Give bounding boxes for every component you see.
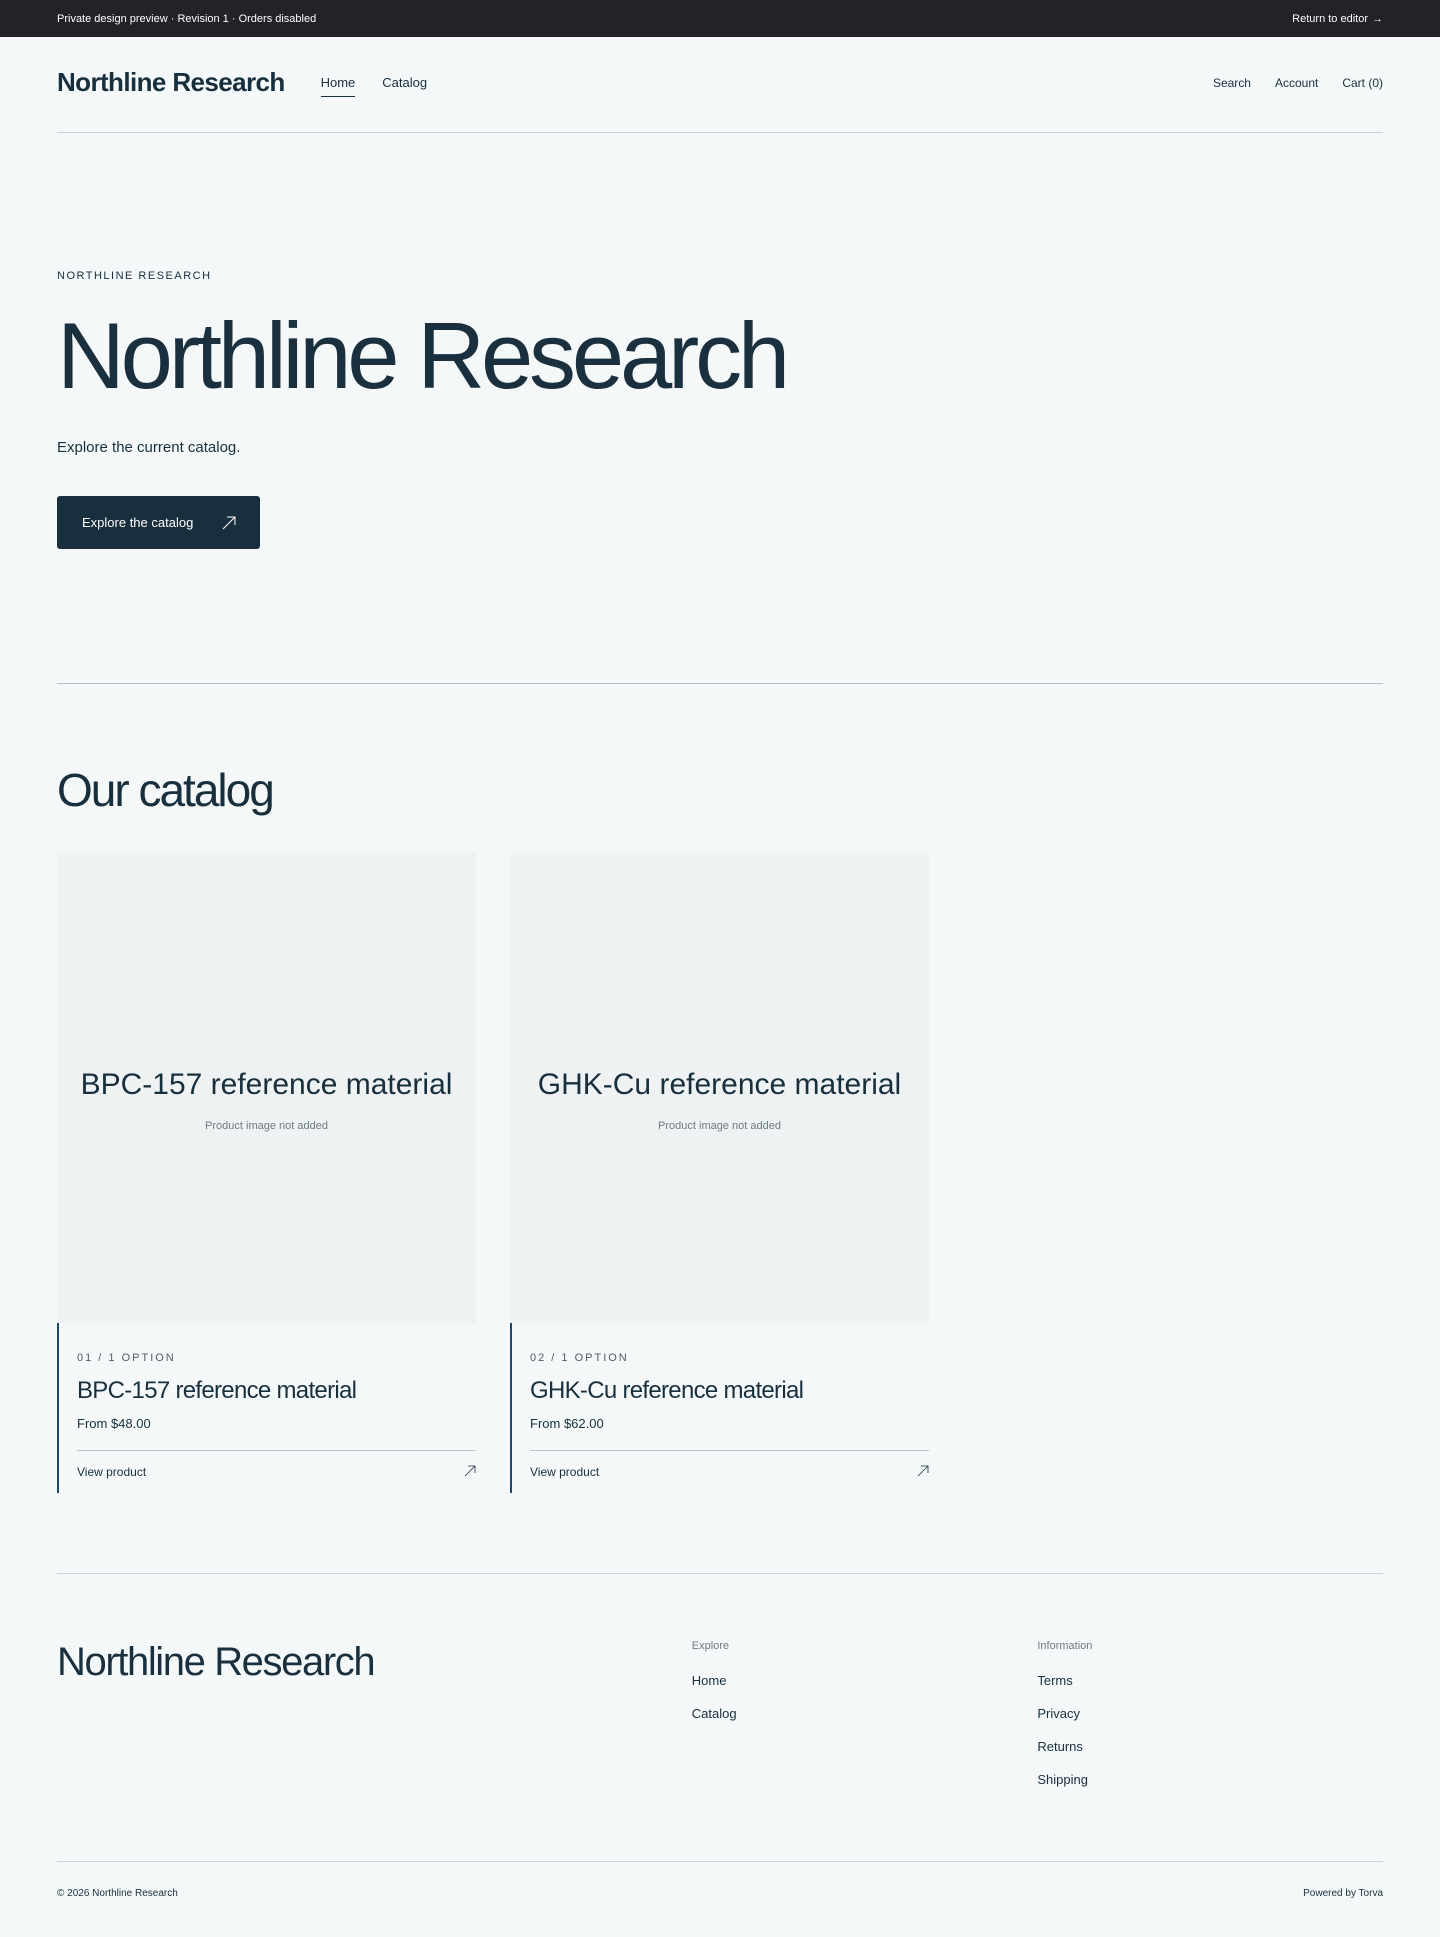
product-price: From $62.00	[530, 1416, 604, 1431]
footer-explore: Explore Home Catalog	[692, 1640, 1038, 1861]
footer-information: Information Terms Privacy Returns Shippi…	[1037, 1640, 1383, 1861]
footer-link-privacy[interactable]: Privacy	[1037, 1706, 1383, 1739]
footer-brand: Northline Research	[57, 1640, 376, 1684]
placeholder-note: Product image not added	[658, 1120, 781, 1132]
arrow-up-right-icon	[222, 516, 236, 530]
view-product-link[interactable]: View product	[530, 1450, 929, 1479]
cart-link[interactable]: Cart (0)	[1342, 76, 1383, 90]
site-footer: Northline Research Explore Home Catalog …	[57, 1573, 1383, 1925]
search-link[interactable]: Search	[1213, 76, 1251, 90]
view-product-link[interactable]: View product	[77, 1450, 476, 1479]
site-logo[interactable]: Northline Research	[57, 67, 285, 98]
product-grid: BPC-157 reference material Product image…	[57, 853, 1383, 1493]
view-product-label: View product	[530, 1465, 600, 1479]
preview-bar: Private design preview · Revision 1 · Or…	[0, 0, 1440, 37]
placeholder-note: Product image not added	[205, 1120, 328, 1132]
catalog-section: Our catalog BPC-157 reference material P…	[57, 684, 1383, 1493]
hero-eyebrow: NORTHLINE RESEARCH	[57, 270, 212, 282]
product-meta: 02 / 1 OPTION	[530, 1352, 629, 1364]
product-price: From $48.00	[77, 1416, 151, 1431]
powered-by-link[interactable]: Powered by Torva	[1303, 1888, 1383, 1899]
product-image-placeholder[interactable]: GHK-Cu reference material Product image …	[510, 853, 929, 1323]
explore-catalog-button[interactable]: Explore the catalog	[57, 496, 260, 549]
hero: NORTHLINE RESEARCH Northline Research Ex…	[57, 133, 1383, 683]
product-image-placeholder[interactable]: BPC-157 reference material Product image…	[57, 853, 476, 1323]
arrow-right-icon: →	[1372, 12, 1383, 25]
product-name[interactable]: GHK-Cu reference material	[530, 1377, 929, 1405]
view-product-label: View product	[77, 1465, 147, 1479]
footer-link-returns[interactable]: Returns	[1037, 1739, 1383, 1772]
main-nav: Home Catalog	[320, 69, 427, 97]
placeholder-title: BPC-157 reference material	[80, 1068, 453, 1101]
footer-information-heading: Information	[1037, 1640, 1093, 1652]
preview-status: Private design preview · Revision 1 · Or…	[57, 12, 317, 25]
nav-catalog[interactable]: Catalog	[382, 69, 427, 97]
product-card[interactable]: BPC-157 reference material Product image…	[57, 853, 476, 1493]
product-name[interactable]: BPC-157 reference material	[77, 1377, 476, 1405]
footer-link-terms[interactable]: Terms	[1037, 1673, 1383, 1706]
explore-catalog-label: Explore the catalog	[82, 515, 194, 530]
nav-home[interactable]: Home	[320, 69, 356, 97]
arrow-up-right-icon	[917, 1465, 929, 1479]
footer-link-home[interactable]: Home	[692, 1673, 1038, 1706]
product-meta: 01 / 1 OPTION	[77, 1352, 176, 1364]
account-link[interactable]: Account	[1275, 76, 1318, 90]
hero-title: Northline Research	[57, 303, 790, 408]
placeholder-title: GHK-Cu reference material	[537, 1068, 902, 1101]
footer-link-catalog[interactable]: Catalog	[692, 1706, 1038, 1739]
return-to-editor-label: Return to editor	[1292, 12, 1368, 25]
footer-link-shipping[interactable]: Shipping	[1037, 1772, 1383, 1805]
catalog-heading: Our catalog	[57, 764, 275, 816]
utility-nav: Search Account Cart (0)	[1213, 76, 1383, 90]
product-card[interactable]: GHK-Cu reference material Product image …	[510, 853, 929, 1493]
arrow-up-right-icon	[464, 1465, 476, 1479]
site-header: Northline Research Home Catalog Search A…	[57, 37, 1383, 133]
product-info: 01 / 1 OPTION BPC-157 reference material…	[57, 1323, 476, 1493]
copyright: © 2026 Northline Research	[57, 1888, 178, 1899]
hero-subtitle: Explore the current catalog.	[57, 439, 241, 456]
footer-explore-heading: Explore	[691, 1640, 730, 1652]
product-info: 02 / 1 OPTION GHK-Cu reference material …	[510, 1323, 929, 1493]
return-to-editor-link[interactable]: Return to editor →	[1292, 13, 1383, 25]
